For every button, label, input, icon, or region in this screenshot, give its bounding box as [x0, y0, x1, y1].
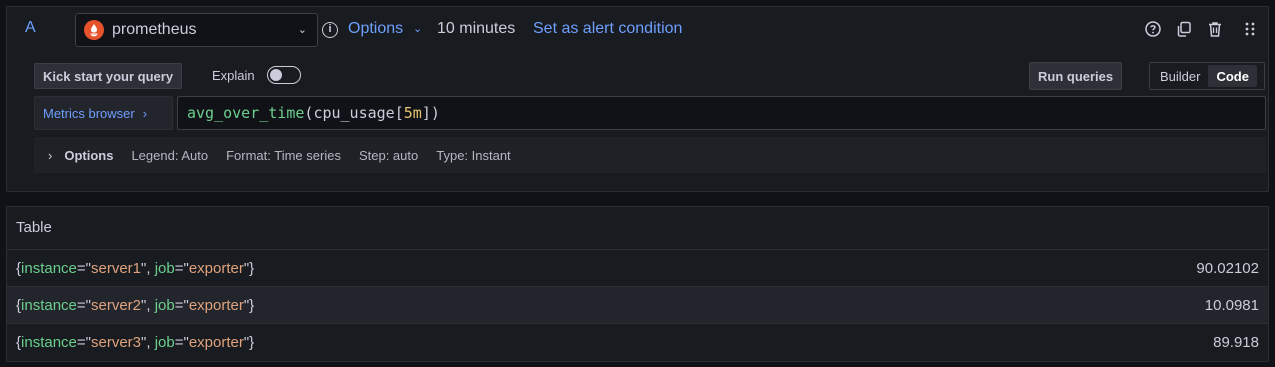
table-row: {instance="server1", job="exporter"} 90.…: [7, 249, 1268, 286]
query-interval: 10 minutes: [437, 20, 516, 37]
expr-metric: cpu_usage: [313, 104, 395, 122]
series-labels: {instance="server2", job="exporter"}: [16, 296, 255, 314]
datasource-picker[interactable]: prometheus ⌄: [75, 13, 318, 47]
label-key-instance: instance: [21, 333, 77, 351]
options-step: Step: auto: [358, 147, 419, 163]
explain-label: Explain: [212, 68, 255, 83]
mode-code-button[interactable]: Code: [1208, 65, 1257, 87]
expr-bracket: [: [394, 104, 404, 122]
results-table-panel: Table {instance="server1", job="exporter…: [6, 206, 1269, 362]
label-key-instance: instance: [21, 296, 77, 314]
chevron-right-icon[interactable]: ›: [48, 148, 52, 163]
label-value-instance: server1: [90, 259, 142, 277]
explain-toggle[interactable]: [267, 66, 301, 84]
label-key-job: job: [154, 259, 175, 277]
label-value-job: exporter: [188, 259, 244, 277]
drag-handle-icon[interactable]: [1241, 20, 1259, 38]
query-options-row[interactable]: › Options Legend: Auto Format: Time seri…: [34, 137, 1266, 173]
series-labels: {instance="server3", job="exporter"}: [16, 333, 255, 351]
label-key-instance: instance: [21, 259, 77, 277]
chevron-down-icon: ⌄: [297, 24, 307, 36]
duplicate-icon[interactable]: [1175, 20, 1193, 38]
query-editor-panel: A prometheus ⌄ i Options ⌄ 10 minutes Se…: [6, 6, 1269, 192]
chevron-down-icon: ⌄: [413, 23, 423, 35]
query-toolbar: Kick start your query Explain Run querie…: [7, 61, 1268, 91]
label-key-job: job: [154, 296, 175, 314]
editor-mode-switch: Builder Code: [1149, 62, 1265, 90]
label-value-instance: server2: [90, 296, 142, 314]
table-title: Table: [16, 219, 52, 236]
options-title[interactable]: Options: [64, 148, 113, 163]
query-ref-id[interactable]: A: [25, 19, 36, 37]
set-alert-condition-link[interactable]: Set as alert condition: [533, 20, 682, 38]
mode-builder-button[interactable]: Builder: [1152, 65, 1208, 87]
kick-start-button[interactable]: Kick start your query: [34, 63, 183, 89]
metrics-browser-button[interactable]: Metrics browser ›: [34, 96, 173, 130]
options-legend: Legend: Auto: [131, 147, 209, 163]
query-code-editor[interactable]: avg_over_time(cpu_usage[5m]): [177, 96, 1266, 130]
expr-duration: 5m: [403, 104, 422, 122]
options-type: Type: Instant: [436, 147, 511, 163]
series-value: 10.0981: [1204, 296, 1259, 314]
label-value-instance: server3: [90, 333, 142, 351]
expr-function: avg_over_time: [187, 104, 305, 122]
metrics-browser-label: Metrics browser: [43, 105, 135, 121]
series-value: 90.02102: [1196, 259, 1259, 277]
label-value-job: exporter: [188, 296, 244, 314]
table-row: {instance="server2", job="exporter"} 10.…: [7, 286, 1268, 323]
prometheus-icon: [84, 20, 104, 40]
series-value: 89.918: [1213, 333, 1259, 351]
results-table: {instance="server1", job="exporter"} 90.…: [7, 249, 1268, 360]
chevron-right-icon: ›: [142, 105, 148, 121]
editor-row: Metrics browser › avg_over_time(cpu_usag…: [34, 96, 1266, 130]
run-queries-button[interactable]: Run queries: [1029, 62, 1123, 90]
datasource-name: prometheus: [112, 21, 197, 38]
series-labels: {instance="server1", job="exporter"}: [16, 259, 255, 277]
query-options-toggle[interactable]: Options: [348, 20, 403, 38]
trash-icon[interactable]: [1206, 20, 1224, 38]
expr-close: ]): [421, 104, 440, 122]
options-format: Format: Time series: [226, 147, 341, 163]
help-icon[interactable]: [1144, 20, 1162, 38]
label-value-job: exporter: [188, 333, 244, 351]
info-icon[interactable]: i: [322, 22, 338, 38]
toggle-knob: [270, 69, 282, 81]
label-key-job: job: [154, 333, 175, 351]
table-row: {instance="server3", job="exporter"} 89.…: [7, 323, 1268, 360]
